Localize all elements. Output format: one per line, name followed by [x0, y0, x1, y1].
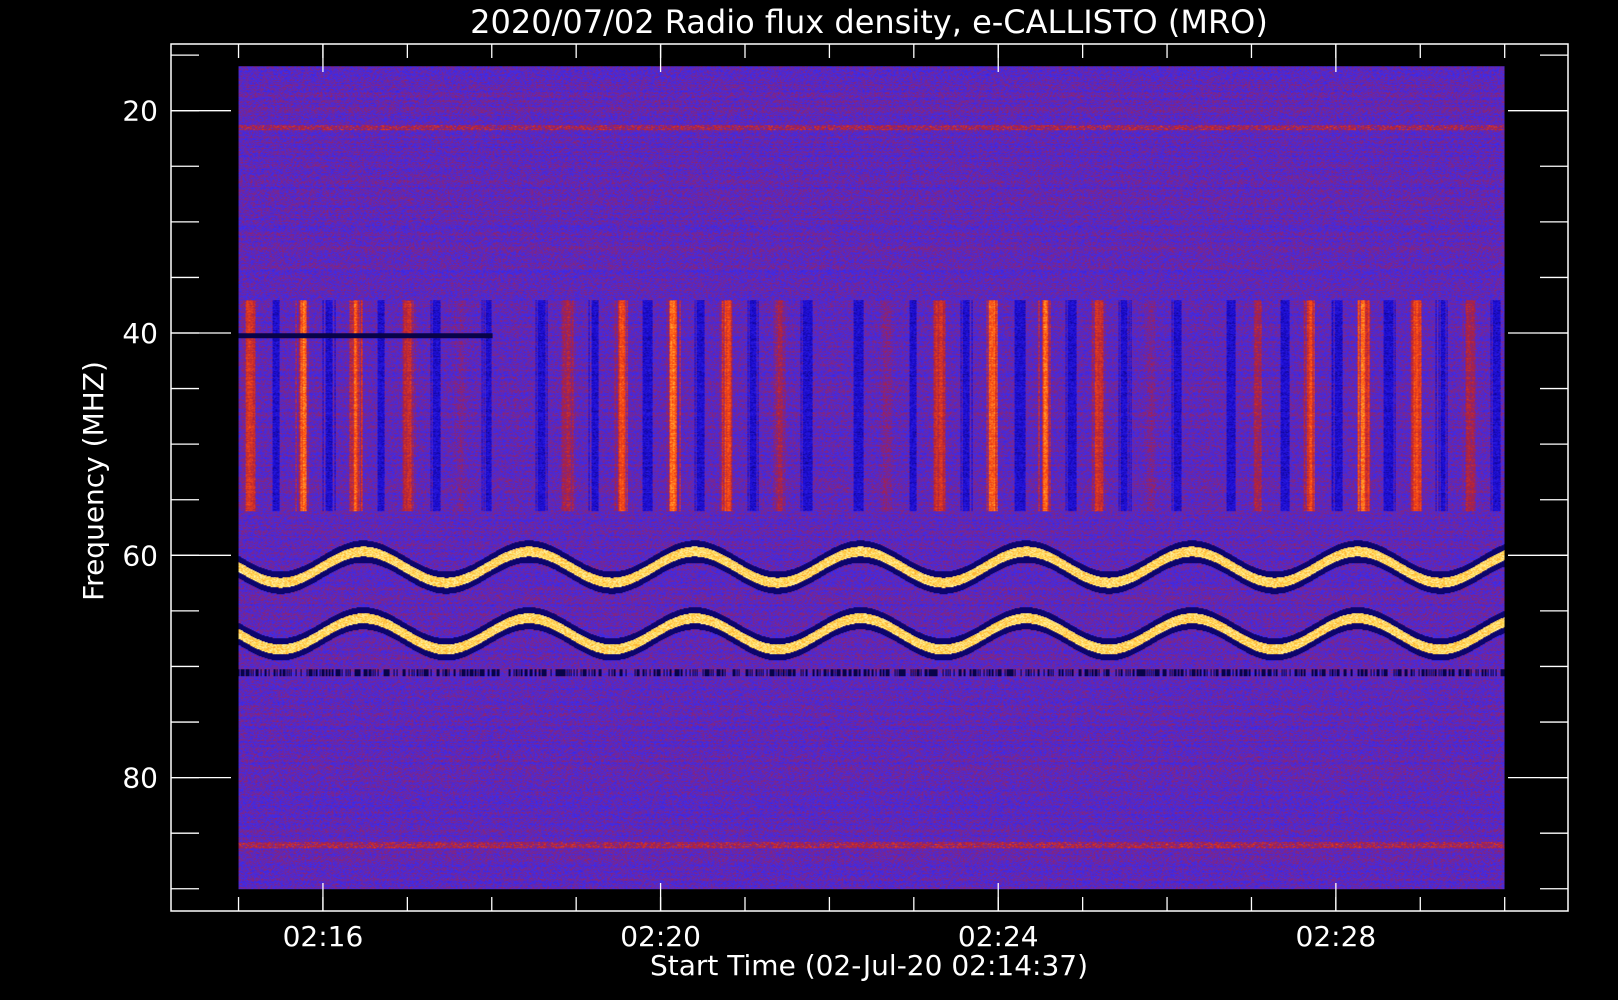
y-tick-label: 60 [122, 539, 158, 572]
y-tick-label: 80 [122, 762, 158, 795]
spectrogram-image [238, 66, 1505, 890]
spectrogram-heatmap [238, 66, 1505, 890]
y-tick-label: 20 [122, 95, 158, 128]
chart-title: 2020/07/02 Radio flux density, e-CALLIST… [470, 3, 1268, 41]
x-axis-label: Start Time (02-Jul-20 02:14:37) [650, 949, 1088, 982]
x-tick-label: 02:16 [283, 920, 364, 953]
y-tick-label: 40 [122, 317, 158, 350]
spectrogram-chart: 2020/07/02 Radio flux density, e-CALLIST… [0, 0, 1618, 1000]
x-tick-label: 02:28 [1296, 920, 1377, 953]
y-axis-label: Frequency (MHZ) [77, 361, 110, 601]
